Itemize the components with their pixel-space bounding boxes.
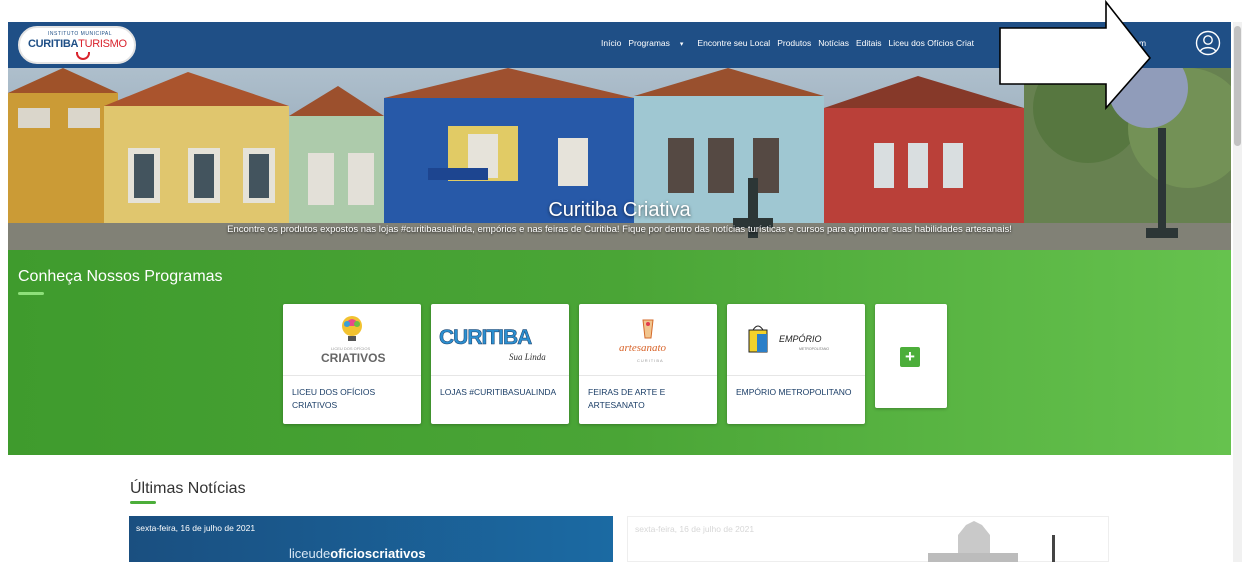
nav-link-produtos[interactable]: Produtos <box>777 38 811 52</box>
page-root: INSTITUTO MUNICIPAL CURITIBATURISMO Iníc… <box>0 0 1242 562</box>
annotation-arrow-icon <box>999 0 1152 110</box>
logo-text-part2: TURISMO <box>78 38 127 50</box>
logo-smile-icon <box>76 52 90 60</box>
program-card-lojas[interactable]: CURITIBA Sua Linda LOJAS #CURITIBASUALIN… <box>431 304 569 424</box>
card-logo-liceu-text: CRIATIVOS <box>321 351 386 365</box>
news-card-2[interactable]: sexta-feira, 16 de julho de 2021 <box>627 516 1109 562</box>
nav-link-noticias[interactable]: Notícias <box>818 38 849 52</box>
scrollbar-thumb[interactable] <box>1234 26 1241 146</box>
page-scrollbar[interactable] <box>1233 22 1242 562</box>
program-card-liceu[interactable]: LICEU DOS OFÍCIOS CRIATIVOS LICEU DOS OF… <box>283 304 421 424</box>
news-title-underline <box>130 501 156 504</box>
news-image-2 <box>928 521 1055 562</box>
news-brand-1: liceudeoficioscriativos <box>289 546 426 561</box>
site-logo[interactable]: INSTITUTO MUNICIPAL CURITIBATURISMO <box>18 26 136 64</box>
nav-links: Início Programas ▾ Encontre seu Local Pro… <box>601 38 981 52</box>
card-logo-emporio: EMPÓRIO METROPOLITANO <box>727 304 865 376</box>
nav-link-editais[interactable]: Editais <box>856 38 882 52</box>
more-programs-card[interactable]: + <box>875 304 947 408</box>
program-card-feiras[interactable]: artesanato CURITIBA FEIRAS DE ARTE E ART… <box>579 304 717 424</box>
card-logo-feiras-small: CURITIBA <box>637 358 664 363</box>
news-date-1: sexta-feira, 16 de julho de 2021 <box>136 523 256 533</box>
caret-down-icon: ▾ <box>679 41 684 48</box>
hero-subtitle: Encontre os produtos expostos nas lojas … <box>227 224 1012 235</box>
card-logo-feiras-text: artesanato <box>619 342 667 354</box>
news-brand-prefix: liceude <box>289 546 331 561</box>
programs-title: Conheça Nossos Programas <box>18 268 223 285</box>
card-logo-lojas-small: Sua Linda <box>509 352 546 362</box>
card-label-emporio: EMPÓRIO METROPOLITANO <box>736 387 852 397</box>
nav-link-inicio[interactable]: Início <box>601 38 621 52</box>
logo-text: CURITIBATURISMO <box>28 38 127 50</box>
news-title: Últimas Notícias <box>130 480 246 497</box>
card-label-lojas: LOJAS #CURITIBASUALINDA <box>440 387 557 397</box>
nav-link-liceu[interactable]: Liceu dos Ofícios Criat <box>888 38 974 52</box>
plus-icon: + <box>900 347 920 367</box>
lightbulb-icon <box>342 316 362 341</box>
card-logo-emporio-text: EMPÓRIO <box>779 334 822 344</box>
hero-title: Curitiba Criativa <box>548 199 691 221</box>
card-logo-liceu: LICEU DOS OFÍCIOS CRIATIVOS <box>283 304 421 376</box>
artesanato-hand-icon <box>642 319 654 339</box>
card-logo-emporio-small: METROPOLITANO <box>799 347 830 351</box>
card-logo-feiras: artesanato CURITIBA <box>579 304 717 376</box>
card-label-feiras: FEIRAS DE ARTE E ARTESANATO <box>588 387 666 410</box>
nav-link-programas-label: Programas <box>628 38 670 48</box>
programs-title-underline <box>18 292 44 295</box>
nav-link-encontre-seu-local[interactable]: Encontre seu Local <box>697 38 770 52</box>
nav-link-programas[interactable]: Programas ▾ <box>628 38 690 52</box>
logo-text-part1: CURITIBA <box>28 38 79 50</box>
programs-section: Conheça Nossos Programas LICEU DOS OFÍCI… <box>8 250 1231 455</box>
user-account-icon[interactable] <box>1195 30 1221 56</box>
logo-subtitle: INSTITUTO MUNICIPAL <box>48 31 113 37</box>
program-card-emporio[interactable]: EMPÓRIO METROPOLITANO EMPÓRIO METROPOLIT… <box>727 304 865 424</box>
card-logo-lojas: CURITIBA Sua Linda <box>431 304 569 376</box>
news-brand-bold: oficioscriativos <box>330 546 426 561</box>
card-label-liceu: LICEU DOS OFÍCIOS CRIATIVOS <box>292 387 376 410</box>
news-card-1[interactable]: sexta-feira, 16 de julho de 2021 liceude… <box>129 516 613 562</box>
card-logo-lojas-text: CURITIBA <box>439 326 533 350</box>
